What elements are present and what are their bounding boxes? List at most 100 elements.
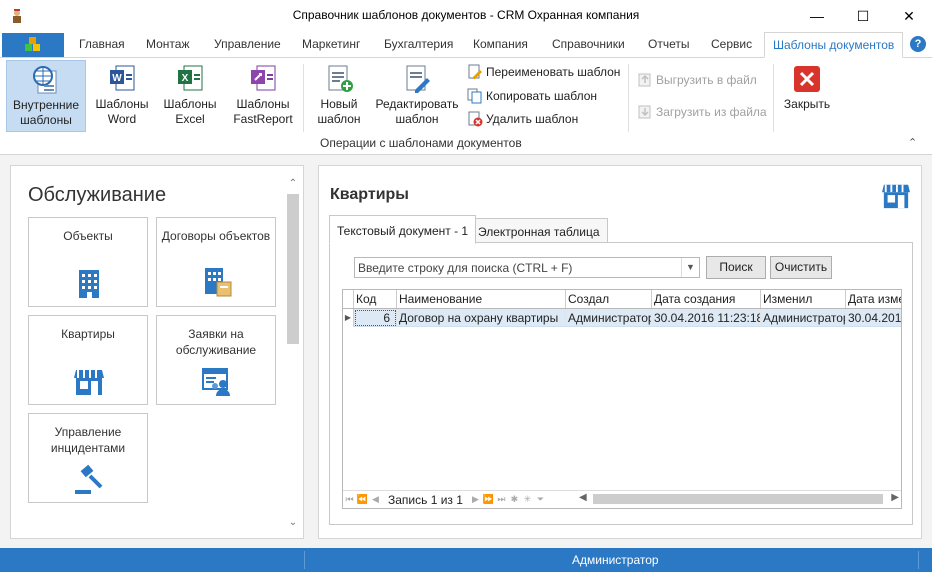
current-row-icon: ▶ (343, 309, 354, 327)
tile-label: Объекты (63, 229, 113, 243)
new-document-icon (328, 65, 353, 92)
cell-created-by[interactable]: Администратор (566, 309, 652, 327)
new-template-label: Новый шаблон (317, 97, 361, 126)
word-templates-button[interactable]: W Шаблоны Word (90, 60, 154, 132)
fastreport-templates-button[interactable]: Шаблоны FastReport (228, 60, 298, 132)
export-file-label: Выгрузить в файл (656, 73, 757, 87)
tab-company[interactable]: Компания (473, 37, 528, 51)
collapse-ribbon-icon[interactable]: ⌃ (908, 136, 917, 149)
grid-navigator: ⏮ ⏪ ◀ Запись 1 из 1 ▶ ⏩ ⏭ ✱ ✳ ⏷ ◀ ▶ (343, 490, 901, 508)
tab-home[interactable]: Главная (79, 37, 125, 51)
scroll-down-icon[interactable]: ⌄ (287, 517, 299, 528)
tab-installation[interactable]: Монтаж (146, 37, 190, 51)
internal-templates-label: Внутренние шаблоны (12, 98, 80, 127)
tile-label: Заявки на обслуживание (175, 327, 257, 357)
prev-page-icon[interactable]: ⏪ (356, 494, 369, 505)
close-window-button[interactable]: ✕ (886, 0, 932, 32)
excel-icon: X (178, 65, 203, 91)
service-request-icon (202, 368, 230, 396)
dropdown-arrow-icon[interactable]: ▼ (681, 258, 699, 277)
scroll-up-icon[interactable]: ⌃ (287, 178, 299, 189)
search-combo[interactable]: ▼ (354, 257, 700, 278)
filter-icon[interactable]: ⏷ (534, 494, 547, 505)
delete-template-label: Удалить шаблон (486, 112, 579, 126)
cell-modified-date[interactable]: 30.04.2016 (846, 309, 901, 327)
app-cubes-icon (25, 37, 40, 51)
tile-objects[interactable]: Объекты (28, 217, 148, 307)
grid-hscrollbar[interactable]: ◀ ▶ (579, 492, 899, 505)
tab-service[interactable]: Сервис (711, 37, 752, 51)
help-icon[interactable]: ? (910, 36, 926, 52)
column-header-created-date[interactable]: Дата создания (652, 290, 761, 308)
tab-directories[interactable]: Справочники (552, 37, 625, 51)
import-file-button[interactable]: Загрузить из файла (637, 102, 767, 122)
service-panel: Обслуживание Объекты Договоры объектов К… (10, 165, 304, 539)
tile-incident-management[interactable]: Управление инцидентами (28, 413, 148, 503)
rename-template-button[interactable]: Переименовать шаблон (467, 62, 620, 82)
next-page-icon[interactable]: ⏩ (482, 494, 495, 505)
ribbon: Внутренние шаблоны W Шаблоны Word X Шабл… (0, 58, 932, 155)
hscroll-thumb[interactable] (593, 494, 883, 504)
maximize-button[interactable]: ☐ (840, 0, 886, 32)
tab-content: ▼ Поиск Очистить Код Наименование Создал… (329, 242, 913, 525)
cell-modified-by[interactable]: Администратор (761, 309, 846, 327)
tile-object-contracts[interactable]: Договоры объектов (156, 217, 276, 307)
minimize-button[interactable]: — (794, 0, 840, 32)
scroll-right-icon[interactable]: ▶ (891, 492, 899, 503)
title-bar: Справочник шаблонов документов - CRM Охр… (0, 0, 932, 32)
application-menu-button[interactable] (2, 33, 64, 57)
clear-button[interactable]: Очистить (770, 256, 832, 279)
next-record-icon[interactable]: ▶ (469, 494, 482, 505)
gavel-icon (75, 464, 103, 494)
column-header-modified-date[interactable]: Дата изменения (846, 290, 901, 308)
cell-name[interactable]: Договор на охрану квартиры (397, 309, 566, 327)
tab-text-document[interactable]: Текстовый документ - 1 (329, 215, 477, 244)
globe-document-icon (33, 66, 57, 94)
append-icon[interactable]: ✱ (508, 494, 521, 505)
prev-record-icon[interactable]: ◀ (369, 494, 382, 505)
tab-spreadsheet[interactable]: Электронная таблица (470, 218, 608, 243)
close-button[interactable]: Закрыть (780, 60, 834, 132)
close-label: Закрыть (783, 97, 831, 111)
tile-apartments[interactable]: Квартиры (28, 315, 148, 405)
table-row[interactable]: ▶ 6 Договор на охрану квартиры Администр… (343, 309, 901, 327)
delete-record-icon[interactable]: ✳ (521, 494, 534, 505)
copy-template-button[interactable]: Копировать шаблон (467, 86, 597, 106)
cell-created-date[interactable]: 30.04.2016 11:23:18 (652, 309, 761, 327)
tab-management[interactable]: Управление (214, 37, 281, 51)
contract-building-icon (205, 268, 232, 297)
excel-templates-button[interactable]: X Шаблоны Excel (158, 60, 222, 132)
search-button[interactable]: Поиск (706, 256, 766, 279)
new-template-button[interactable]: Новый шаблон (308, 60, 370, 132)
tab-reports[interactable]: Отчеты (648, 37, 689, 51)
tab-marketing[interactable]: Маркетинг (302, 37, 360, 51)
search-input[interactable] (358, 259, 678, 276)
column-header-name[interactable]: Наименование (397, 290, 566, 308)
ribbon-separator (628, 64, 629, 132)
status-user: Администратор (572, 553, 659, 567)
tab-accounting[interactable]: Бухгалтерия (384, 37, 453, 51)
first-record-icon[interactable]: ⏮ (343, 494, 356, 505)
import-icon (638, 105, 651, 119)
status-separator (918, 551, 919, 569)
row-indicator-header (343, 290, 354, 308)
fastreport-icon (251, 65, 276, 91)
delete-template-button[interactable]: Удалить шаблон (467, 109, 578, 129)
tile-service-requests[interactable]: Заявки на обслуживание (156, 315, 276, 405)
service-panel-scrollbar[interactable]: ⌃ ⌄ (285, 178, 299, 528)
edit-template-button[interactable]: Редактировать шаблон (374, 60, 460, 132)
window-title: Справочник шаблонов документов - CRM Охр… (292, 8, 640, 22)
scroll-left-icon[interactable]: ◀ (579, 492, 587, 503)
templates-panel: Квартиры Текстовый документ - 1 Электрон… (318, 165, 922, 539)
menu-bar: Главная Монтаж Управление Маркетинг Бухг… (0, 32, 932, 58)
cell-code[interactable]: 6 (354, 309, 397, 327)
column-header-modified-by[interactable]: Изменил (761, 290, 846, 308)
scroll-thumb[interactable] (287, 194, 299, 344)
column-header-created-by[interactable]: Создал (566, 290, 652, 308)
column-header-code[interactable]: Код (354, 290, 397, 308)
internal-templates-button[interactable]: Внутренние шаблоны (6, 60, 86, 132)
edit-document-icon (406, 65, 430, 93)
last-record-icon[interactable]: ⏭ (495, 494, 508, 505)
tab-document-templates[interactable]: Шаблоны документов (764, 32, 904, 58)
export-file-button[interactable]: Выгрузить в файл (637, 70, 757, 90)
